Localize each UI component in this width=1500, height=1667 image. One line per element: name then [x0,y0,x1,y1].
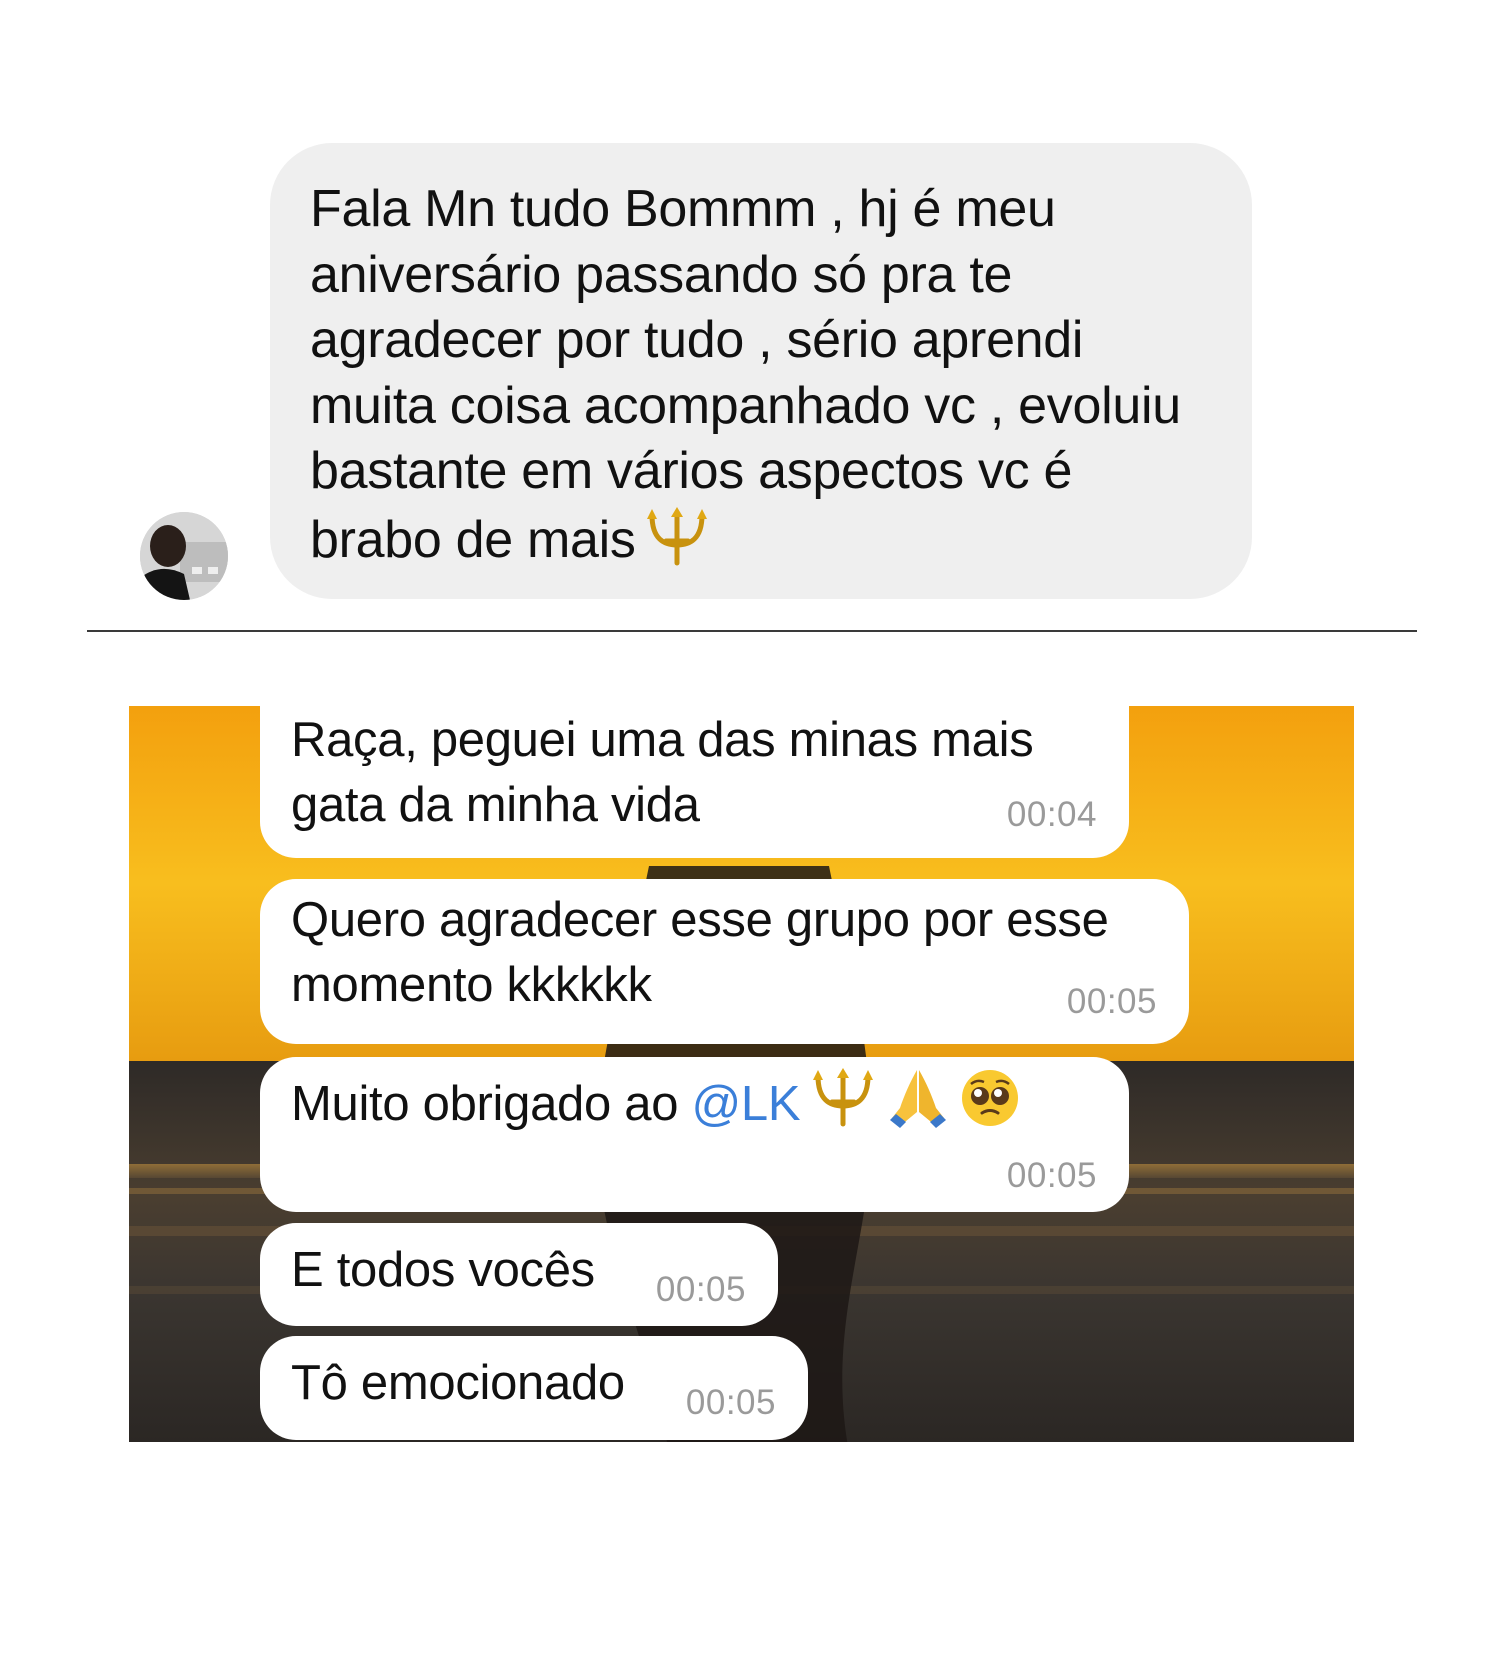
dm-message-line: muita coisa acompanhado vc , evoluiu [310,376,1181,435]
dm-message-last-line: brabo de mais [310,505,1212,574]
group-chat-screenshot: Raça, peguei uma das minas mais gata da … [129,706,1354,1452]
message-text-segment: Muito obrigado ao [291,1077,692,1131]
folded-hands-emoji-icon [890,1070,947,1128]
pleading-face-emoji-icon [962,1070,1019,1126]
dm-message-line: brabo de mais [310,510,636,569]
chat-message[interactable]: Tô emocionado 00:05 [260,1336,808,1440]
dm-message-line: Fala Mn tudo Bommm , hj é meu [310,180,1056,238]
chat-message-text: E todos vocês [291,1243,595,1297]
dm-message-line: aniversário passando só pra te [310,245,1013,304]
chat-message-text: Tô emocionado [291,1356,625,1410]
chat-message[interactable]: Raça, peguei uma das minas mais gata da … [260,706,1129,858]
screenshot-collage: Fala Mn tudo Bommm , hj é meu aniversári… [0,0,1500,1667]
chat-message-text: momento kkkkkk [291,958,652,1012]
dm-message-line: agradecer por tudo , sério aprendi [310,311,1084,369]
message-timestamp: 00:05 [1066,982,1157,1021]
dm-message-bubble[interactable]: Fala Mn tudo Bommm , hj é meu aniversári… [270,143,1252,599]
avatar-photo [140,512,228,600]
avatar[interactable] [140,512,228,600]
chat-message-text: Muito obrigado ao @LK [291,1066,1020,1137]
chat-message[interactable]: E todos vocês 00:05 [260,1223,778,1326]
chat-message-text: Quero agradecer esse grupo por esse [291,893,1109,947]
message-timestamp: 00:05 [655,1270,746,1309]
message-timestamp: 00:05 [685,1383,776,1422]
chat-message[interactable]: Quero agradecer esse grupo por esse mome… [260,879,1189,1044]
chat-message-text: gata da minha vida [291,778,700,832]
dm-message-line: bastante em vários aspectos vc é [310,442,1073,500]
section-divider [87,630,1417,632]
trident-emoji-icon [813,1068,874,1127]
trident-emoji-icon [646,506,707,565]
user-mention-link[interactable]: @LK [691,1077,800,1131]
message-timestamp: 00:05 [1006,1156,1097,1195]
chat-message[interactable]: Muito obrigado ao @LK 00:05 [260,1057,1129,1212]
message-timestamp: 00:04 [1006,795,1097,834]
chat-message-text: Raça, peguei uma das minas mais [291,713,1034,767]
